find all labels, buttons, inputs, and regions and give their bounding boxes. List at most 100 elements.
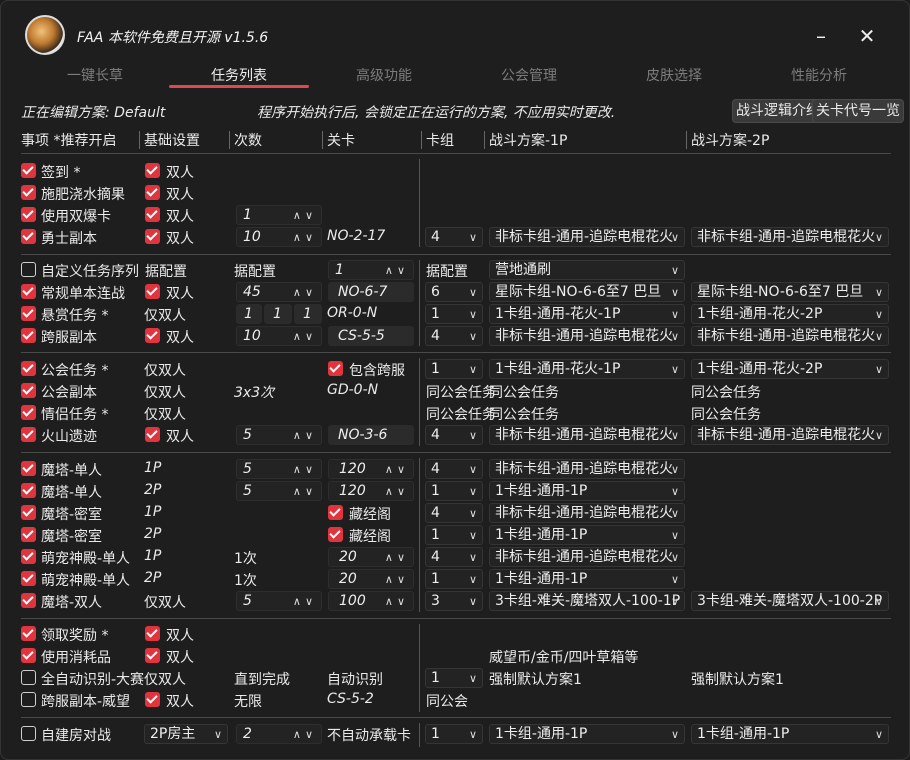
single-battle-double-checkbox[interactable]	[145, 284, 160, 299]
pet-temple-1p-checkbox[interactable]	[21, 549, 36, 564]
include-cross-server-checkbox[interactable]	[328, 361, 343, 376]
hero-dungeon-count-spinbox[interactable]: 10 ∧∨	[236, 227, 322, 247]
custom-sequence-checkbox[interactable]	[21, 262, 36, 277]
scripture-pavilion-1p-checkbox[interactable]	[328, 505, 343, 520]
tower-secret-2p-checkbox[interactable]	[21, 527, 36, 542]
cross-server-plan2-select[interactable]: 非标卡组-通用-追踪电棍花火 ∨	[691, 326, 889, 346]
cross-prestige-double-checkbox[interactable]	[145, 692, 160, 707]
spin-arrows-icon[interactable]: ∧∨	[293, 482, 317, 501]
tower-solo-2p-deck-select[interactable]: 1 ∨	[425, 481, 483, 501]
bounty-plan1-select[interactable]: 1卡组-通用-花火-1P ∨	[489, 304, 685, 324]
cross-server-deck-select[interactable]: 4 ∨	[425, 326, 483, 346]
bounty-checkbox[interactable]	[21, 306, 36, 321]
double-bomb-count-spinbox[interactable]: 1 ∧∨	[236, 205, 322, 225]
custom-sequence-plan-select[interactable]: 营地通刷 ∨	[489, 260, 685, 280]
cross-server-count-spinbox[interactable]: 10 ∧∨	[236, 326, 322, 346]
pet-temple-2p-level-spinbox[interactable]: 20 ∧∨	[328, 569, 414, 589]
tower-double-deck-select[interactable]: 3 ∨	[425, 591, 483, 611]
fertilize-double-checkbox[interactable]	[145, 185, 160, 200]
hero-dungeon-double-checkbox[interactable]	[145, 229, 160, 244]
pet-temple-1p-deck-select[interactable]: 4 ∨	[425, 547, 483, 567]
couple-task-checkbox[interactable]	[21, 405, 36, 420]
hero-dungeon-plan1-select[interactable]: 非标卡组-通用-追踪电棍花火 ∨	[489, 227, 685, 247]
bounty-plan2-select[interactable]: 1卡组-通用-花火-2P ∨	[691, 304, 889, 324]
tower-solo-1p-checkbox[interactable]	[21, 461, 36, 476]
custom-sequence-level-spinbox[interactable]: 1 ∧∨	[328, 260, 414, 280]
single-battle-count-spinbox[interactable]: 45 ∧∨	[236, 282, 322, 302]
sign-in-double-checkbox[interactable]	[145, 163, 160, 178]
custom-room-plan1-select[interactable]: 1卡组-通用-1P ∨	[489, 724, 685, 744]
tower-secret-1p-plan-select[interactable]: 非标卡组-通用-追踪电棍花火 ∨	[489, 503, 685, 523]
tower-solo-1p-level-spinbox[interactable]: 120 ∧∨	[328, 459, 414, 479]
hero-dungeon-deck-select[interactable]: 4 ∨	[425, 227, 483, 247]
bounty-count-3-input[interactable]: 1	[294, 304, 322, 324]
spin-arrows-icon[interactable]: ∧∨	[385, 570, 409, 589]
pet-temple-1p-plan-select[interactable]: 非标卡组-通用-追踪电棍花火 ∨	[489, 547, 685, 567]
spin-arrows-icon[interactable]: ∧∨	[293, 283, 317, 302]
tower-solo-1p-deck-select[interactable]: 4 ∨	[425, 459, 483, 479]
guild-dungeon-checkbox[interactable]	[21, 383, 36, 398]
bounty-count-2-input[interactable]: 1	[264, 304, 292, 324]
tower-secret-2p-deck-select[interactable]: 1 ∨	[425, 525, 483, 545]
spin-arrows-icon[interactable]: ∧∨	[293, 327, 317, 346]
tab-performance[interactable]: 性能分析	[749, 65, 889, 85]
single-battle-checkbox[interactable]	[21, 284, 36, 299]
pet-temple-2p-checkbox[interactable]	[21, 571, 36, 586]
tab-skin[interactable]: 皮肤选择	[604, 65, 744, 85]
close-button[interactable]: ✕	[853, 23, 881, 49]
hero-dungeon-checkbox[interactable]	[21, 229, 36, 244]
pet-temple-2p-plan-select[interactable]: 1卡组-通用-1P ∨	[489, 569, 685, 589]
spin-arrows-icon[interactable]: ∧∨	[293, 206, 317, 225]
claim-reward-checkbox[interactable]	[21, 626, 36, 641]
volcano-plan2-select[interactable]: 非标卡组-通用-追踪电棍花火 ∨	[691, 425, 889, 445]
cross-server-checkbox[interactable]	[21, 328, 36, 343]
spin-arrows-icon[interactable]: ∧∨	[385, 460, 409, 479]
single-battle-deck-select[interactable]: 6 ∨	[425, 282, 483, 302]
tower-double-count-spinbox[interactable]: 5 ∧∨	[236, 591, 322, 611]
spin-arrows-icon[interactable]: ∧∨	[385, 548, 409, 567]
cross-server-level-input[interactable]: CS-5-5	[328, 326, 414, 346]
volcano-count-spinbox[interactable]: 5 ∧∨	[236, 425, 322, 445]
guild-task-plan1-select[interactable]: 1卡组-通用-花火-1P ∨	[489, 359, 685, 379]
spin-arrows-icon[interactable]: ∧∨	[293, 725, 317, 744]
custom-room-deck-select[interactable]: 1 ∨	[425, 724, 483, 744]
sign-in-checkbox[interactable]	[21, 163, 36, 178]
volcano-double-checkbox[interactable]	[145, 427, 160, 442]
volcano-deck-select[interactable]: 4 ∨	[425, 425, 483, 445]
volcano-level-input[interactable]: NO-3-6	[328, 425, 414, 445]
guild-task-deck-select[interactable]: 1 ∨	[425, 359, 483, 379]
spin-arrows-icon[interactable]: ∧∨	[385, 261, 409, 280]
spin-arrows-icon[interactable]: ∧∨	[293, 426, 317, 445]
tower-secret-1p-checkbox[interactable]	[21, 505, 36, 520]
custom-room-count-spinbox[interactable]: 2 ∧∨	[236, 724, 322, 744]
tower-double-plan2-select[interactable]: 3卡组-难关-魔塔双人-100-2P ∨	[691, 591, 889, 611]
tower-solo-1p-count-spinbox[interactable]: 5 ∧∨	[236, 459, 322, 479]
tab-task-list[interactable]: 任务列表	[169, 65, 309, 85]
pet-temple-1p-level-spinbox[interactable]: 20 ∧∨	[328, 547, 414, 567]
volcano-plan1-select[interactable]: 非标卡组-通用-追踪电棍花火 ∨	[489, 425, 685, 445]
single-battle-plan2-select[interactable]: 星际卡组-NO-6-6至7 巴旦 ∨	[691, 282, 889, 302]
level-codes-button[interactable]: 关卡代号一览	[812, 99, 904, 123]
tab-advanced[interactable]: 高级功能	[314, 65, 454, 85]
custom-room-checkbox[interactable]	[21, 726, 36, 741]
tab-guild[interactable]: 公会管理	[459, 65, 599, 85]
scripture-pavilion-2p-checkbox[interactable]	[328, 527, 343, 542]
volcano-checkbox[interactable]	[21, 427, 36, 442]
bounty-count-1-input[interactable]: 1	[236, 304, 262, 324]
claim-reward-double-checkbox[interactable]	[145, 626, 160, 641]
pet-temple-2p-deck-select[interactable]: 1 ∨	[425, 569, 483, 589]
spin-arrows-icon[interactable]: ∧∨	[385, 482, 409, 501]
custom-room-plan2-select[interactable]: 1卡组-通用-1P ∨	[691, 724, 889, 744]
tower-solo-2p-plan-select[interactable]: 1卡组-通用-1P ∨	[489, 481, 685, 501]
auto-contest-deck-select[interactable]: 1 ∨	[425, 668, 483, 688]
tower-secret-1p-deck-select[interactable]: 4 ∨	[425, 503, 483, 523]
battle-logic-button[interactable]: 战斗逻辑介绍	[732, 99, 824, 123]
tower-solo-1p-plan-select[interactable]: 非标卡组-通用-追踪电棍花火 ∨	[489, 459, 685, 479]
use-consumables-double-checkbox[interactable]	[145, 648, 160, 663]
tower-solo-2p-level-spinbox[interactable]: 120 ∧∨	[328, 481, 414, 501]
double-bomb-checkbox[interactable]	[21, 207, 36, 222]
guild-task-checkbox[interactable]	[21, 361, 36, 376]
auto-contest-checkbox[interactable]	[21, 670, 36, 685]
cross-server-plan1-select[interactable]: 非标卡组-通用-追踪电棍花火 ∨	[489, 326, 685, 346]
tower-double-level-spinbox[interactable]: 100 ∧∨	[328, 591, 414, 611]
